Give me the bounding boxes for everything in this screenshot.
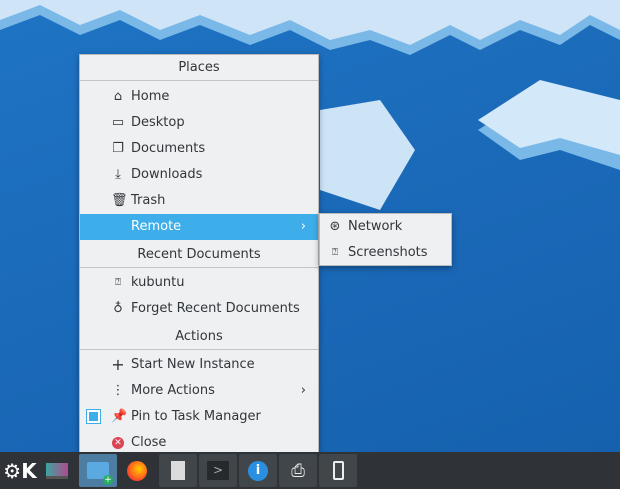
taskbar: ⚙K + > i ⎙ bbox=[0, 452, 620, 489]
menu-item-more-actions[interactable]: ⋮ More Actions › bbox=[80, 378, 318, 404]
task-display-settings[interactable] bbox=[38, 454, 76, 487]
desktop-icon: ▭ bbox=[111, 115, 125, 130]
menu-item-start-new-instance[interactable]: + Start New Instance bbox=[80, 352, 318, 378]
pin-icon: 📌 bbox=[111, 409, 128, 424]
task-printer[interactable]: ⎙ bbox=[279, 454, 317, 487]
context-menu: Places ⌂ Home ▭ Desktop ❐ Documents ⤓ Downlo… bbox=[79, 54, 319, 455]
plus-icon: + bbox=[111, 355, 125, 374]
phone-icon bbox=[332, 461, 344, 480]
task-dolphin[interactable]: + bbox=[79, 454, 117, 487]
menu-item-home[interactable]: ⌂ Home bbox=[80, 84, 318, 110]
menu-item-pin-to-task-manager[interactable]: 📌 Pin to Task Manager bbox=[80, 404, 318, 430]
label: Documents bbox=[131, 141, 206, 156]
label: Desktop bbox=[131, 115, 185, 130]
task-document-viewer[interactable] bbox=[159, 454, 197, 487]
label: Trash bbox=[131, 193, 166, 208]
clear-history-icon: ♁ bbox=[113, 301, 123, 316]
label: Screenshots bbox=[348, 245, 428, 260]
label: More Actions bbox=[131, 383, 215, 398]
menu-item-documents[interactable]: ❐ Documents bbox=[80, 136, 318, 162]
menu-item-forget-recent[interactable]: ♁ Forget Recent Documents bbox=[80, 296, 318, 322]
screenshots-icon: ⍰ bbox=[332, 247, 338, 258]
firefox-icon bbox=[127, 460, 147, 481]
application-launcher[interactable]: ⚙K bbox=[1, 454, 39, 487]
label: Network bbox=[348, 219, 403, 234]
chevron-right-icon: › bbox=[300, 219, 306, 234]
more-icon: ⋮ bbox=[111, 383, 125, 398]
document-icon: ⍰ bbox=[115, 277, 121, 288]
info-icon: i bbox=[248, 460, 268, 481]
display-icon bbox=[46, 462, 68, 479]
label: Remote bbox=[131, 219, 182, 234]
chevron-right-icon: › bbox=[300, 383, 306, 398]
label: kubuntu bbox=[131, 275, 185, 290]
task-terminal[interactable]: > bbox=[199, 454, 237, 487]
menu-item-remote[interactable]: Remote › bbox=[80, 214, 318, 240]
recent-documents-header: Recent Documents bbox=[80, 242, 318, 268]
places-header: Places bbox=[80, 55, 318, 81]
label: Pin to Task Manager bbox=[131, 409, 261, 424]
trash-icon: 🗑 bbox=[111, 193, 128, 208]
menu-item-trash[interactable]: 🗑 Trash bbox=[80, 188, 318, 214]
documents-icon: ❐ bbox=[112, 141, 124, 156]
menu-item-downloads[interactable]: ⤓ Downloads bbox=[80, 162, 318, 188]
label: Start New Instance bbox=[131, 357, 255, 372]
menu-item-network[interactable]: ⊛ Network bbox=[320, 214, 451, 240]
downloads-icon: ⤓ bbox=[115, 167, 121, 182]
menu-item-desktop[interactable]: ▭ Desktop bbox=[80, 110, 318, 136]
label: Home bbox=[131, 89, 170, 104]
actions-header: Actions bbox=[80, 324, 318, 350]
task-info-center[interactable]: i bbox=[239, 454, 277, 487]
label: Downloads bbox=[131, 167, 203, 182]
checkbox-checked[interactable] bbox=[86, 409, 101, 424]
task-firefox[interactable] bbox=[118, 454, 156, 487]
home-icon: ⌂ bbox=[113, 89, 123, 104]
document-icon bbox=[171, 461, 185, 480]
menu-item-kubuntu[interactable]: ⍰ kubuntu bbox=[80, 270, 318, 296]
printer-icon: ⎙ bbox=[291, 460, 305, 481]
label: Forget Recent Documents bbox=[131, 301, 300, 316]
terminal-icon: > bbox=[207, 461, 229, 480]
task-phone[interactable] bbox=[319, 454, 357, 487]
remote-submenu: ⊛ Network ⍰ Screenshots bbox=[319, 213, 452, 266]
menu-item-screenshots[interactable]: ⍰ Screenshots bbox=[320, 240, 451, 266]
folder-icon: + bbox=[87, 462, 113, 485]
label: Close bbox=[131, 435, 167, 450]
network-icon: ⊛ bbox=[329, 219, 341, 234]
kde-logo-icon: ⚙K bbox=[3, 458, 37, 483]
